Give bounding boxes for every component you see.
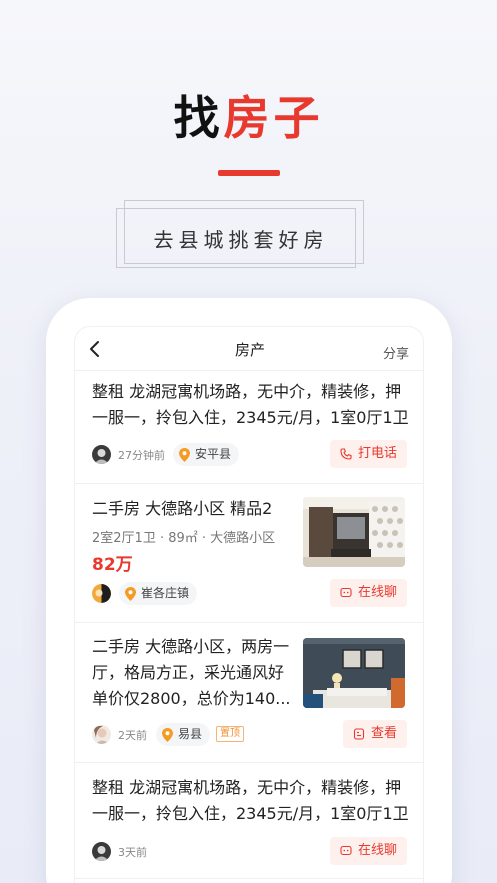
post-time: 2天前 bbox=[118, 729, 147, 742]
hero-underline bbox=[218, 170, 280, 176]
listing-photo bbox=[303, 497, 405, 567]
location-pin-icon bbox=[162, 728, 173, 742]
post-time: 3天前 bbox=[118, 846, 147, 859]
location-pin-icon bbox=[125, 587, 136, 601]
avatar bbox=[92, 584, 111, 603]
listing-title: 整租 龙湖冠寓机场路，无中介，精装修，押一服一，拎包入住，2345元/月，1室0… bbox=[92, 382, 409, 427]
list-item[interactable]: 整租 龙湖冠寓机场路，无中介，精装修，押一服一，拎包入住，2345元/月，1室0… bbox=[75, 371, 423, 484]
listing-photo bbox=[303, 638, 405, 708]
pinned-badge: 置顶 bbox=[216, 726, 244, 742]
list-item[interactable]: 整租 龙湖冠寓机场路，无中介，精装修，押一服一，拎包入住，2345元/月，1室0… bbox=[75, 763, 423, 879]
listing-footer: 3天前 在线聊 bbox=[92, 837, 407, 865]
chat-button-label: 在线聊 bbox=[357, 585, 397, 600]
hero-title: 找房子 bbox=[0, 88, 497, 148]
chat-icon bbox=[340, 845, 352, 856]
avatar bbox=[92, 445, 111, 464]
chat-button[interactable]: 在线聊 bbox=[329, 579, 407, 607]
location-label: 安平县 bbox=[195, 447, 232, 461]
chat-button-label: 在线聊 bbox=[357, 843, 397, 858]
listing-footer: 2天前 易县 置顶 查看 bbox=[92, 720, 407, 748]
location-tag[interactable]: 崔各庄镇 bbox=[119, 582, 198, 605]
hero-title-part2: 房子 bbox=[223, 91, 324, 145]
avatar bbox=[92, 725, 111, 744]
call-button-label: 打电话 bbox=[357, 446, 397, 461]
location-tag[interactable]: 安平县 bbox=[173, 443, 240, 466]
post-time: 27分钟前 bbox=[118, 449, 165, 462]
navbar: 房产 分享 bbox=[75, 327, 423, 371]
view-button-label: 查看 bbox=[370, 726, 397, 741]
document-icon bbox=[353, 728, 365, 740]
call-button[interactable]: 打电话 bbox=[329, 440, 407, 468]
list-item[interactable]: 二手房 大德路小区 精品2 2室2厅1卫 · 89㎡ · 大德路小区 82万 崔… bbox=[75, 484, 423, 623]
phone-icon bbox=[340, 448, 352, 460]
hero-subtitle-frame: 去县城挑套好房 bbox=[116, 200, 366, 270]
location-pin-icon bbox=[179, 448, 190, 462]
location-label: 易县 bbox=[178, 727, 203, 741]
listing-footer: 27分钟前 安平县 打电话 bbox=[92, 440, 407, 468]
listing-meta: 2室2厅1卫 · 89㎡ · 大德路小区 bbox=[92, 531, 276, 546]
list-item[interactable]: 二手房 大德路小区，两房一厅，格局方正，采光通风好单价仅2800，总价为140.… bbox=[75, 623, 423, 763]
share-button[interactable]: 分享 bbox=[383, 343, 409, 362]
hero-title-part1: 找 bbox=[173, 91, 224, 145]
hero-subtitle: 去县城挑套好房 bbox=[153, 228, 329, 252]
location-tag[interactable]: 易县 bbox=[156, 723, 211, 746]
chat-button[interactable]: 在线聊 bbox=[329, 837, 407, 865]
location-label: 崔各庄镇 bbox=[141, 586, 190, 600]
page-title: 房产 bbox=[234, 341, 265, 359]
avatar bbox=[92, 842, 111, 861]
app-screen: 房产 分享 整租 龙湖冠寓机场路，无中介，精装修，押一服一，拎包入住，2345元… bbox=[74, 326, 424, 883]
listing-price: 82万 bbox=[92, 555, 133, 575]
chat-icon bbox=[340, 587, 352, 598]
view-button[interactable]: 查看 bbox=[342, 720, 407, 748]
listing-footer: 崔各庄镇 在线聊 bbox=[92, 579, 407, 607]
listing-title: 整租 龙湖冠寓机场路，无中介，精装修，押一服一，拎包入住，2345元/月，1室0… bbox=[92, 778, 409, 823]
listing-title: 二手房 大德路小区 精品2 bbox=[92, 499, 273, 518]
listing-title: 二手房 大德路小区，两房一厅，格局方正，采光通风好单价仅2800，总价为140.… bbox=[92, 637, 291, 708]
